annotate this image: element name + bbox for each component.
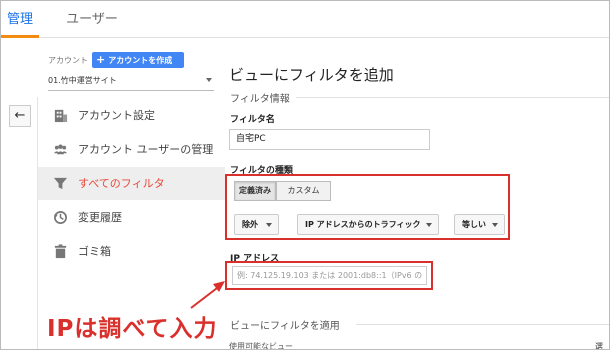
annotation-arrow-icon xyxy=(190,281,225,309)
available-views-label: 使用可能なビュー xyxy=(229,342,293,350)
app-frame: 管理 ユーザー ← アカウント + アカウントを作成 01.竹中運営サイト アカウ… xyxy=(0,0,610,350)
annotation-text: IPは調べて入力 xyxy=(47,316,218,342)
selected-views-label: 選 xyxy=(595,342,603,350)
apply-heading: ビューにフィルタを適用 xyxy=(230,321,340,332)
section-divider xyxy=(356,324,609,325)
